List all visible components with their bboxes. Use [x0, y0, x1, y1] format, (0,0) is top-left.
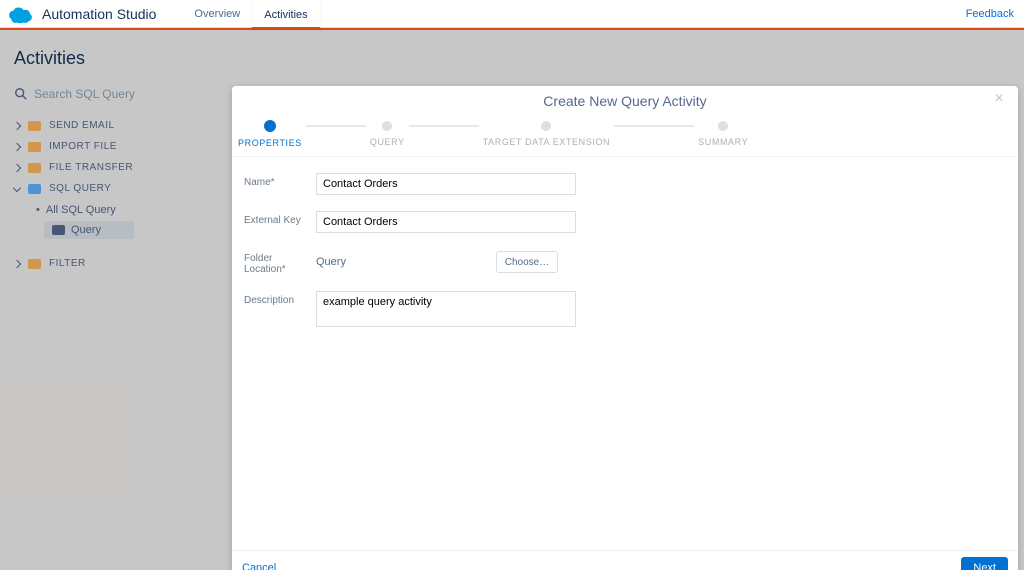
salesforce-cloud-icon [8, 5, 34, 23]
next-button[interactable]: Next [961, 557, 1008, 570]
folder-icon [52, 225, 65, 235]
external-key-label: External Key [244, 211, 316, 226]
sidebar-item-label: FILE TRANSFER [49, 162, 133, 173]
app-header: Automation Studio Overview Activities Fe… [0, 0, 1024, 28]
folder-icon [28, 259, 41, 269]
modal-header: Create New Query Activity × [232, 86, 1018, 116]
name-input[interactable] [316, 173, 576, 195]
chevron-right-icon [13, 163, 21, 171]
sidebar-item-query-folder[interactable]: Query [44, 221, 134, 239]
sidebar-item-label: IMPORT FILE [49, 141, 117, 152]
cancel-button[interactable]: Cancel [242, 562, 276, 570]
wizard-dot-icon [718, 121, 728, 131]
folder-icon [28, 184, 41, 194]
chevron-right-icon [13, 121, 21, 129]
wizard-label: SUMMARY [698, 137, 748, 147]
wizard-progress: PROPERTIES QUERY TARGET DATA EXTENSION S… [232, 116, 1018, 152]
wizard-dot-icon [264, 120, 276, 132]
wizard-step-target[interactable]: TARGET DATA EXTENSION [483, 121, 610, 147]
sidebar-item-label: SEND EMAIL [49, 120, 115, 131]
folder-location-value: Query [316, 256, 346, 268]
tab-overview[interactable]: Overview [182, 0, 252, 28]
create-query-modal: Create New Query Activity × PROPERTIES Q… [232, 86, 1018, 570]
sidebar-item-label: Query [71, 224, 101, 236]
close-icon[interactable]: × [990, 90, 1008, 108]
folder-icon [28, 163, 41, 173]
modal-title: Create New Query Activity [543, 93, 706, 109]
description-textarea[interactable]: example query activity [316, 291, 576, 327]
page-title: Activities [0, 30, 1024, 81]
name-label: Name* [244, 173, 316, 188]
tab-activities[interactable]: Activities [252, 1, 319, 29]
external-key-input[interactable] [316, 211, 576, 233]
wizard-step-query[interactable]: QUERY [370, 121, 405, 147]
wizard-label: TARGET DATA EXTENSION [483, 137, 610, 147]
folder-location-label: Folder Location* [244, 249, 316, 275]
chevron-down-icon [13, 183, 21, 191]
sidebar-item-label: FILTER [49, 258, 86, 269]
wizard-dot-icon [382, 121, 392, 131]
sidebar-item-label: SQL QUERY [49, 183, 111, 194]
wizard-dot-icon [541, 121, 551, 131]
chevron-right-icon [13, 259, 21, 267]
choose-folder-button[interactable]: Choose… [496, 251, 558, 273]
folder-icon [28, 121, 41, 131]
wizard-step-summary[interactable]: SUMMARY [698, 121, 748, 147]
search-input[interactable] [34, 87, 214, 101]
wizard-label: PROPERTIES [238, 138, 302, 148]
feedback-link[interactable]: Feedback [966, 0, 1014, 28]
wizard-label: QUERY [370, 137, 405, 147]
description-label: Description [244, 291, 316, 306]
folder-icon [28, 142, 41, 152]
wizard-step-properties[interactable]: PROPERTIES [238, 120, 302, 148]
app-title: Automation Studio [42, 6, 156, 22]
chevron-right-icon [13, 142, 21, 150]
search-icon [14, 87, 28, 101]
modal-footer: Cancel Next [232, 550, 1018, 570]
modal-form: Name* External Key Folder Location* Quer… [232, 163, 1018, 550]
